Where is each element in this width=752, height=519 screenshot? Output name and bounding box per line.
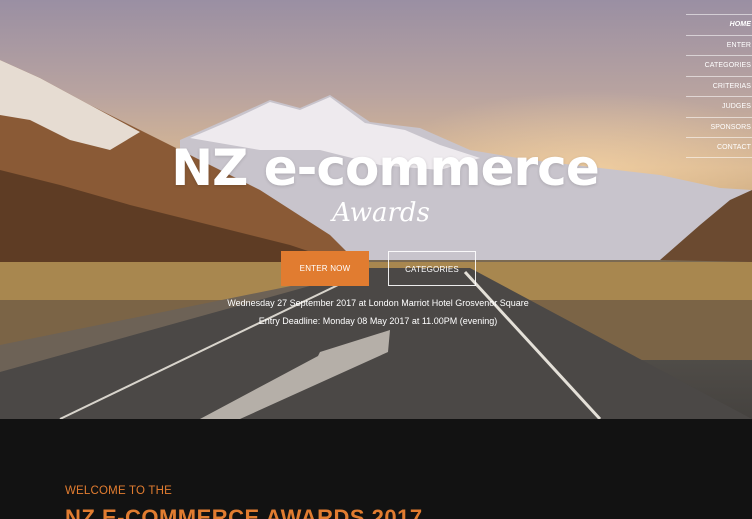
intro-heading: NZ E-COMMERCE AWARDS 2017 xyxy=(65,505,423,519)
nav-item-sponsors[interactable]: SPONSORS xyxy=(686,116,752,138)
categories-button[interactable]: CATEGORIES xyxy=(388,251,476,286)
enter-now-button[interactable]: ENTER NOW xyxy=(281,251,369,286)
hero-background: HOME ENTER CATEGORIES CRITERIAS JUDGES S… xyxy=(0,0,752,419)
nav-item-judges[interactable]: JUDGES xyxy=(686,96,752,117)
hero-title: NZ e-commerce xyxy=(171,139,599,197)
hero-subtitle: Awards xyxy=(332,198,430,228)
nav-item-criterias[interactable]: CRITERIAS xyxy=(686,75,752,97)
nav-item-enter[interactable]: ENTER xyxy=(686,34,752,56)
entry-deadline: Entry Deadline: Monday 08 May 2017 at 11… xyxy=(258,316,498,326)
main-nav: HOME ENTER CATEGORIES CRITERIAS JUDGES S… xyxy=(686,14,752,158)
nav-item-categories[interactable]: CATEGORIES xyxy=(686,55,752,76)
welcome-label: WELCOME TO THE xyxy=(65,485,172,497)
nav-item-home[interactable]: HOME xyxy=(686,14,752,35)
event-details: Wednesday 27 September 2017 at London Ma… xyxy=(227,298,529,308)
intro-section xyxy=(0,419,752,519)
section-notch xyxy=(365,419,387,430)
